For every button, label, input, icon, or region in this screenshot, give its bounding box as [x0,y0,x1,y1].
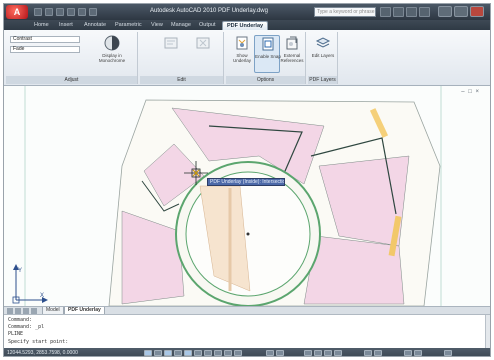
edit-layers-label: Edit Layers [311,53,335,58]
tab-manage[interactable]: Manage [171,21,191,30]
dyn-button[interactable] [214,350,222,356]
window-title: Autodesk AutoCAD 2010 PDF Underlay.dwg [150,8,268,14]
search-input[interactable]: Type a keyword or phrase [314,7,376,17]
command-line[interactable]: Command: Command: _pl PLINE Specify star… [4,314,490,349]
edit-layers-button[interactable]: Edit Layers [310,35,336,73]
ucs-x-label: X [40,293,44,299]
ducs-button[interactable] [204,350,212,356]
show-underlay-button[interactable]: Show Underlay [229,35,255,73]
drawing-canvas[interactable]: Y X [4,86,491,306]
command-history-line: Command: _pl [8,324,45,330]
zoom-button[interactable] [314,350,322,356]
command-prompt[interactable]: Specify start point: [8,339,68,345]
adjust-panel-title: Adjust [6,76,137,84]
title-bar: A Autodesk AutoCAD 2010 PDF Underlay.dwg… [4,4,490,20]
show-underlay-icon [236,36,248,50]
application-frame: A Autodesk AutoCAD 2010 PDF Underlay.dwg… [3,3,491,357]
tab-pdf-underlay[interactable]: PDF Underlay [222,21,269,30]
external-references-label: External References [280,53,304,63]
tab-annotate[interactable]: Annotate [84,21,106,30]
annotation-visibility-button[interactable] [374,350,382,356]
model-space-button[interactable] [266,350,274,356]
snap-tooltip: PDF Underlay (Inside): Intersection [207,178,285,186]
fade-field[interactable]: Fade [10,46,80,53]
grid-button[interactable] [154,350,162,356]
lineweight-button[interactable] [224,350,232,356]
options-panel: Show Underlay Enable Snap External Refer… [226,32,306,84]
steering-wheel-button[interactable] [324,350,332,356]
adjust-panel: Contrast Fade Display in Monochrome Adju… [6,32,138,84]
contrast-field[interactable]: Contrast [10,36,80,43]
workspace-switching-button[interactable] [404,350,412,356]
status-bar: 12044.5293, 2853.7598, 0.0000 [4,348,490,356]
communication-center-button[interactable] [393,7,404,17]
layout-button[interactable] [276,350,284,356]
clip-icon [164,37,178,49]
snap-icon [262,37,274,51]
ribbon-panel: Contrast Fade Display in Monochrome Adju… [4,30,490,86]
application-menu-button[interactable]: A [6,5,28,19]
tab-view[interactable]: View [151,21,163,30]
annotation-scale-button[interactable] [364,350,372,356]
tab-output[interactable]: Output [199,21,216,30]
close-button[interactable] [470,6,484,17]
center-point [246,232,250,236]
tab-home[interactable]: Home [34,21,49,30]
new-icon[interactable] [34,8,42,16]
plot-icon[interactable] [89,8,97,16]
help-button[interactable] [419,7,430,17]
pan-button[interactable] [304,350,312,356]
ucs-y-label: Y [18,268,22,274]
monochrome-label: Display in Monochrome [98,53,126,63]
command-history-line: PLINE [8,331,24,337]
tab-insert[interactable]: Insert [59,21,73,30]
options-panel-title: Options [226,76,305,84]
remove-clip-button[interactable] [190,35,216,73]
command-line-scrollbar[interactable] [485,315,490,349]
ortho-button[interactable] [164,350,172,356]
edit-panel-title: Edit [140,76,223,84]
favorites-button[interactable] [406,7,417,17]
save-icon[interactable] [56,8,64,16]
viewport-controls[interactable]: – □ × [461,89,480,95]
redo-icon[interactable] [78,8,86,16]
open-icon[interactable] [45,8,53,16]
external-references-button[interactable]: External References [279,35,305,73]
pdf-layers-panel: Edit Layers PDF Layers [308,32,338,84]
minimize-button[interactable] [438,6,452,17]
coordinate-readout: 12044.5293, 2853.7598, 0.0000 [7,350,78,356]
search-button[interactable] [380,7,391,17]
clean-screen-button[interactable] [444,350,452,356]
snap-mode-button[interactable] [144,350,152,356]
display-monochrome-button[interactable]: Display in Monochrome [92,35,132,73]
undo-icon[interactable] [67,8,75,16]
clip-button[interactable] [158,35,184,73]
edit-panel: Edit [140,32,224,84]
drawing-area[interactable]: Y X – □ × PDF Underlay (Inside): Interse… [4,86,490,306]
external-references-icon [286,36,298,50]
tab-parametric[interactable]: Parametric [115,21,142,30]
command-history-line: Command: [8,317,33,323]
osnap-button[interactable] [184,350,192,356]
maximize-button[interactable] [454,6,468,17]
quick-properties-button[interactable] [234,350,242,356]
lock-button[interactable] [414,350,422,356]
ribbon-tab-bar: Home Insert Annotate Parametric View Man… [4,20,490,30]
showmotion-button[interactable] [334,350,342,356]
layout-tab-bar: Model PDF Underlay [4,306,490,315]
autocad-window: A Autodesk AutoCAD 2010 PDF Underlay.dwg… [0,0,494,360]
pdf-layers-panel-title: PDF Layers [308,76,337,84]
layers-icon [315,37,331,48]
otrack-button[interactable] [194,350,202,356]
monochrome-icon [104,35,120,51]
remove-clip-icon [196,37,210,49]
polar-button[interactable] [174,350,182,356]
